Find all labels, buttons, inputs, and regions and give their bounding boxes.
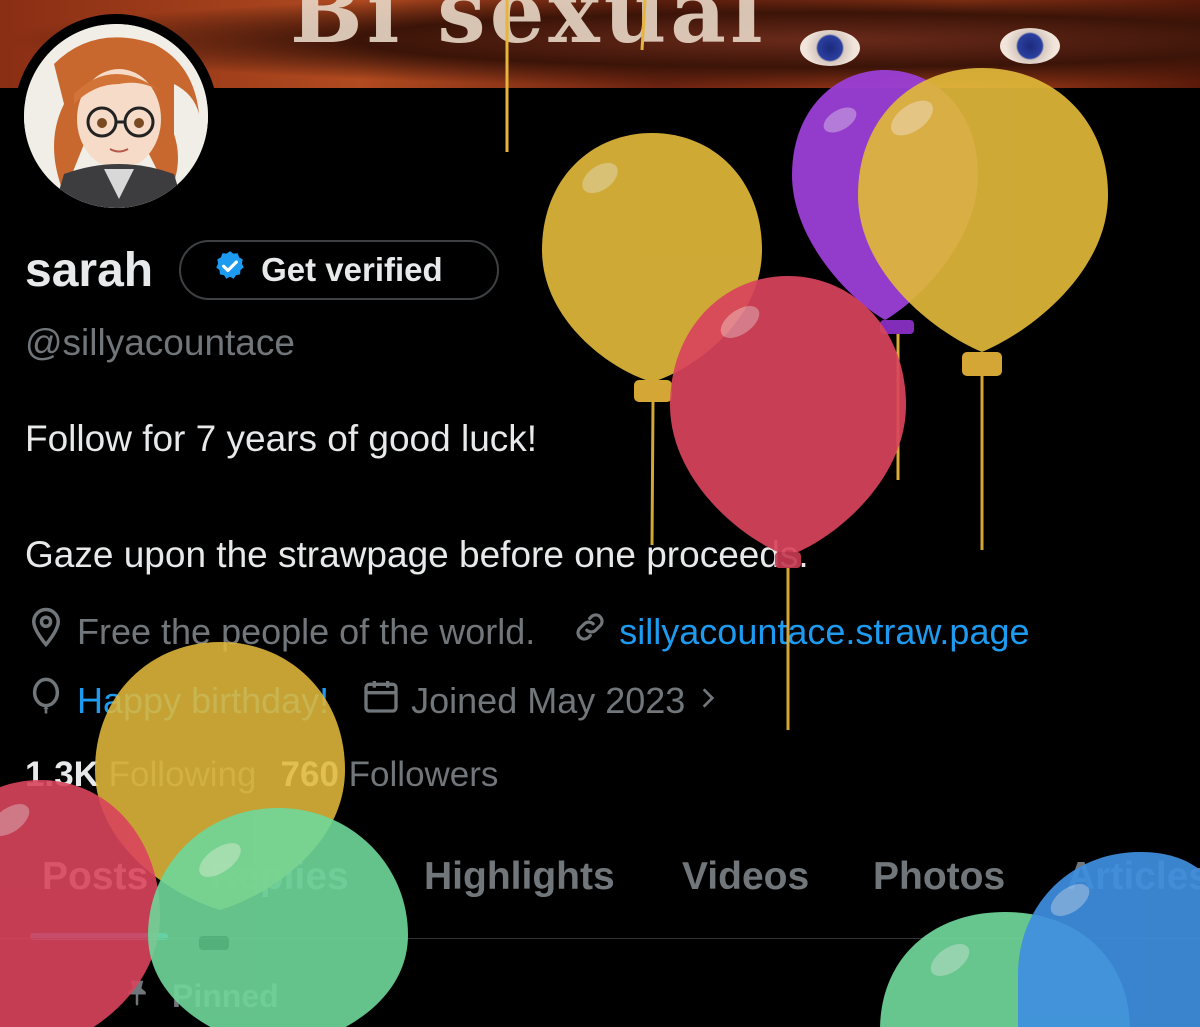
birthday-item: Happy birthday! [25, 675, 329, 726]
chevron-right-icon [695, 680, 721, 722]
website-item[interactable]: sillyacountace.straw.page [571, 608, 1030, 655]
pinned-label: Pinned [172, 977, 279, 1014]
pinned-indicator: Pinned [122, 975, 279, 1017]
tab-videos[interactable]: Videos [682, 855, 809, 899]
followers-count: 760 [280, 755, 339, 794]
get-verified-label: Get verified [261, 251, 443, 288]
bio-line-1: Follow for 7 years of good luck! [25, 418, 538, 459]
banner-eye-right [1000, 28, 1060, 64]
tab-replies[interactable]: Replies [210, 855, 349, 899]
tabs-divider [0, 938, 1200, 939]
following-label: Following [108, 755, 257, 794]
location-text: Free the people of the world. [77, 610, 536, 652]
avatar[interactable] [14, 14, 218, 218]
display-name: sarah [25, 243, 154, 297]
balloon-icon [25, 675, 67, 726]
followers-stat[interactable]: 760 Followers [281, 755, 499, 795]
tab-posts[interactable]: Posts [42, 855, 148, 899]
joined-text: Joined May 2023 [411, 679, 686, 721]
meta-row-location: Free the people of the world. sillyacoun… [25, 606, 1030, 657]
balloon-red-center [670, 276, 906, 730]
tab-photos[interactable]: Photos [873, 855, 1005, 899]
tab-articles[interactable]: Articles [1067, 855, 1200, 899]
user-handle: @sillyacountace [25, 322, 295, 363]
get-verified-button[interactable]: Get verified [179, 240, 500, 300]
website-link[interactable]: sillyacountace.straw.page [619, 611, 1029, 653]
tab-highlights[interactable]: Highlights [424, 855, 615, 899]
avatar-image [24, 24, 208, 208]
name-row: sarah Get verified [25, 240, 500, 300]
location-item: Free the people of the world. [25, 606, 535, 657]
profile-tabs: Posts Replies Highlights Videos Photos A… [0, 855, 1200, 940]
verified-badge-icon [213, 249, 247, 291]
follow-stats: 1.3K Following 760 Followers [25, 755, 498, 795]
banner-text: Bi sexual [290, 0, 767, 63]
following-count: 1.3K [25, 755, 99, 794]
meta-row-dates: Happy birthday! Joined May 2023 [25, 675, 721, 726]
joined-item[interactable]: Joined May 2023 [361, 676, 721, 725]
balloon-yellow-right [858, 68, 1108, 550]
followers-label: Followers [348, 755, 499, 794]
bio-line-2: Gaze upon the strawpage before one proce… [25, 534, 809, 575]
birthday-text: Happy birthday! [77, 679, 330, 721]
banner-eye-left [800, 30, 860, 66]
following-stat[interactable]: 1.3K Following [25, 755, 257, 795]
balloon-purple [792, 70, 978, 480]
link-icon [571, 608, 609, 655]
calendar-icon [361, 676, 401, 725]
pin-icon [122, 975, 152, 1017]
location-pin-icon [25, 606, 67, 657]
balloon-yellow-center [542, 133, 762, 546]
